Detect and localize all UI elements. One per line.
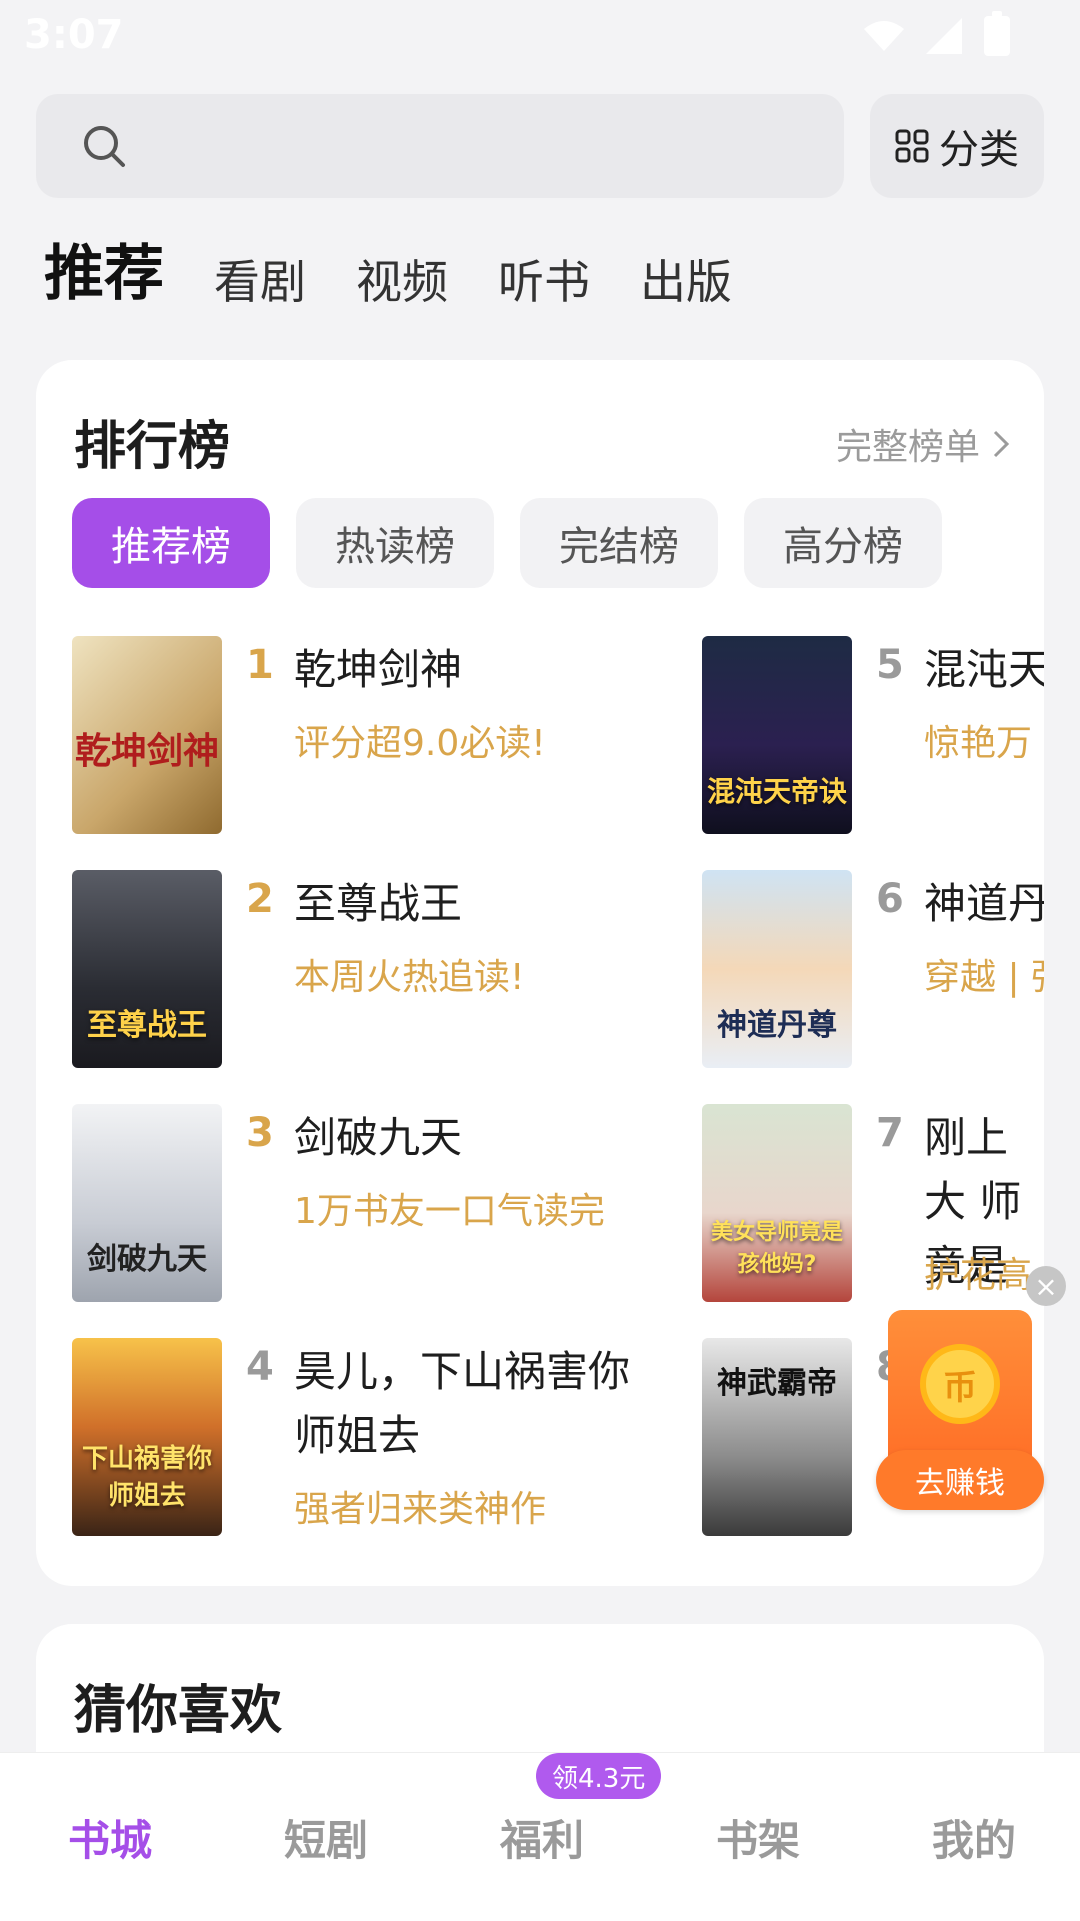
tab-video[interactable]: 视频	[356, 246, 448, 312]
tab-recommend[interactable]: 推荐	[44, 225, 164, 312]
book-cover: 美女导师竟是孩他妈?	[702, 1104, 852, 1302]
signal-icon	[926, 18, 962, 54]
nav-short-drama[interactable]: 短剧	[218, 1807, 434, 1868]
nav-mine[interactable]: 我的	[866, 1807, 1080, 1868]
book-cover: 神武霸帝	[702, 1338, 852, 1536]
tab-drama[interactable]: 看剧	[214, 246, 306, 312]
status-time: 3:07	[24, 12, 124, 58]
book-rank: 7	[876, 1110, 904, 1156]
wifi-icon	[864, 21, 904, 51]
book-item[interactable]: 神道丹尊 6 神道丹 穿越 | 强	[702, 870, 1044, 1070]
book-item[interactable]: 美女导师竟是孩他妈? 7 刚上大 师竟是 护花高	[702, 1104, 1044, 1304]
cover-title: 混沌天帝诀	[706, 775, 847, 808]
search-icon	[84, 126, 125, 167]
status-bar: 3:07	[0, 0, 1080, 70]
close-icon[interactable]: ×	[1026, 1266, 1066, 1306]
book-desc: 穿越 | 强	[924, 957, 1044, 998]
book-cover: 混沌天帝诀	[702, 636, 852, 834]
guess-title: 猜你喜欢	[74, 1681, 283, 1741]
book-rank: 6	[876, 876, 904, 922]
top-tabs: 推荐 看剧 视频 听书 出版	[44, 232, 732, 312]
tab-audiobook[interactable]: 听书	[498, 246, 590, 312]
nav-bookstore[interactable]: 书城	[2, 1807, 218, 1868]
book-title: 混沌天	[924, 645, 1044, 694]
category-label: 分类	[939, 127, 1019, 173]
battery-icon	[984, 11, 1010, 56]
search-input[interactable]	[36, 94, 844, 198]
book-rank: 5	[876, 642, 904, 688]
category-button[interactable]: 分类	[870, 94, 1044, 198]
tab-publish[interactable]: 出版	[640, 246, 732, 312]
earn-money-floater[interactable]: 币 去赚钱	[876, 1304, 1044, 1514]
cover-title: 神武霸帝	[717, 1366, 837, 1401]
book-desc: 护花高	[924, 1255, 1033, 1296]
book-title: 神道丹	[924, 879, 1044, 928]
coin-icon: 币	[920, 1344, 1000, 1424]
search-row: 分类	[36, 94, 1044, 198]
book-cover: 神道丹尊	[702, 870, 852, 1068]
welfare-badge: 领4.3元	[536, 1753, 662, 1799]
book-item[interactable]: 混沌天帝诀 5 混沌天 惊艳万	[702, 636, 1044, 836]
grid-icon	[895, 129, 929, 163]
cover-title: 美女导师竟是孩他妈?	[710, 1220, 843, 1277]
earn-money-button[interactable]: 去赚钱	[876, 1450, 1044, 1510]
status-icons	[864, 11, 1010, 56]
cover-title: 神道丹尊	[717, 1008, 837, 1043]
bottom-nav: 书城 短剧 福利 书架 我的 领4.3元	[0, 1752, 1080, 1921]
nav-welfare[interactable]: 福利	[434, 1807, 650, 1868]
book-desc: 惊艳万	[924, 723, 1033, 764]
nav-bookshelf[interactable]: 书架	[650, 1807, 866, 1868]
